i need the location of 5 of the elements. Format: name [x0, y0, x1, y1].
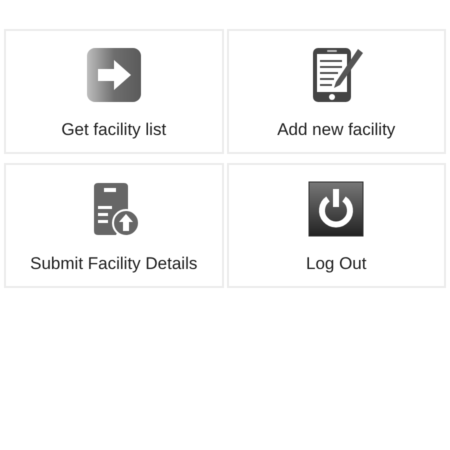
- menu-tile[interactable]: Submit Facility Details: [4, 163, 224, 288]
- power-icon: [308, 181, 364, 237]
- menu-tile[interactable]: Add new facility: [226, 29, 446, 154]
- menu-tile[interactable]: Log Out: [226, 163, 446, 288]
- menu-tile[interactable]: Get facility list: [4, 29, 224, 154]
